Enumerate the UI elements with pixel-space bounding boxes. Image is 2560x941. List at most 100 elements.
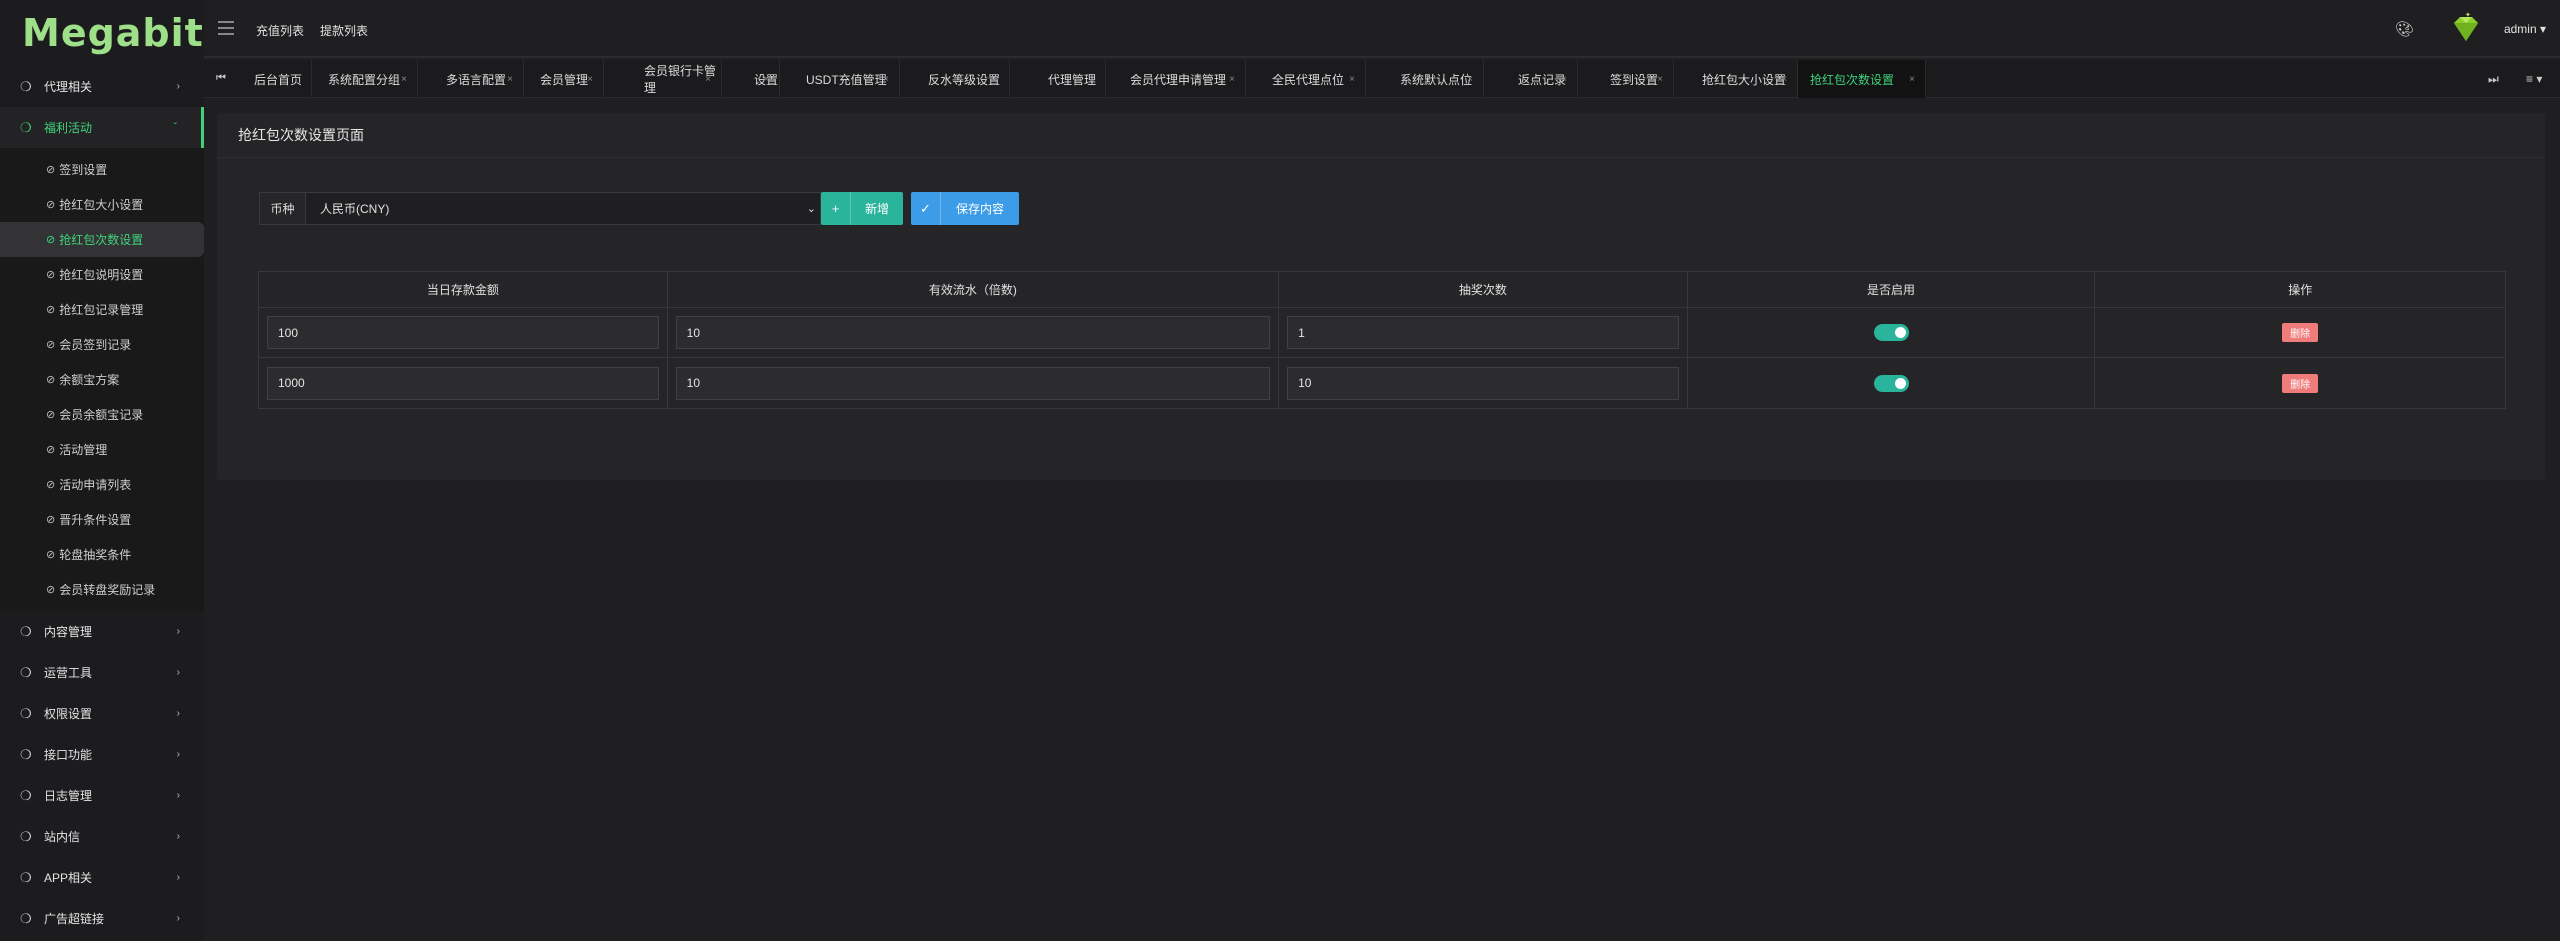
sidebar-item-label: 代理相关	[44, 80, 93, 94]
tab[interactable]: 代理管理 ×	[1010, 60, 1106, 98]
currency-select[interactable]: 人民币(CNY) ⌄	[306, 193, 820, 224]
close-icon[interactable]: ×	[1467, 74, 1473, 85]
close-icon[interactable]: ×	[763, 74, 769, 85]
tab[interactable]: 返点记录 ×	[1484, 60, 1578, 98]
tab[interactable]: 全民代理点位 ×	[1246, 60, 1366, 98]
leaf-icon: ⊘	[46, 514, 56, 526]
draws-field[interactable]: 10	[1287, 366, 1679, 400]
sidebar-item-messages[interactable]: ❍ 站内信 ›	[0, 816, 204, 857]
table-row: 1000 10 10 删除	[259, 358, 2505, 408]
close-icon[interactable]: ×	[507, 74, 513, 85]
close-icon[interactable]: ×	[1089, 74, 1095, 85]
tab[interactable]: 会员代理申请管理 ×	[1106, 60, 1246, 98]
sidebar-item-ads[interactable]: ❍ 广告超链接 ›	[0, 898, 204, 939]
settings-table: 当日存款金额 有效流水（倍数) 抽奖次数 是否启用 操作 100 10 1 删除…	[258, 271, 2506, 409]
submenu-label: 会员签到记录	[59, 338, 132, 352]
submenu-item[interactable]: ⊘ 轮盘抽奖条件	[0, 537, 204, 572]
leaf-icon: ⊘	[46, 409, 56, 421]
tab[interactable]: 多语言配置 ×	[418, 60, 524, 98]
submenu-item[interactable]: ⊘ 抢红包说明设置	[0, 257, 204, 292]
deposit-field[interactable]: 1000	[267, 366, 659, 400]
draws-field[interactable]: 1	[1287, 316, 1679, 349]
palette-icon[interactable]: 🎨︎	[2395, 20, 2414, 38]
leaf-icon: ⊘	[46, 199, 56, 211]
close-icon[interactable]: ×	[705, 74, 711, 85]
close-icon[interactable]: ×	[587, 74, 593, 85]
close-icon[interactable]: ×	[1229, 74, 1235, 85]
sidebar-item-agent[interactable]: ❍ 代理相关 ›	[0, 66, 204, 107]
submenu-item[interactable]: ⊘ 签到设置	[0, 152, 204, 187]
delete-button[interactable]: 删除	[2282, 373, 2319, 393]
tab[interactable]: 抢红包大小设置 ×	[1674, 60, 1798, 98]
save-button[interactable]: ✓ 保存内容	[911, 192, 1019, 225]
sidebar-item-app[interactable]: ❍ APP相关 ›	[0, 857, 204, 898]
tab-label: 签到设置	[1610, 72, 1659, 87]
recharge-list-link[interactable]: 充值列表	[256, 22, 304, 39]
submenu-item[interactable]: ⊘ 余额宝方案	[0, 362, 204, 397]
deposit-field[interactable]: 100	[267, 316, 659, 349]
submenu-item[interactable]: ⊘ 抢红包大小设置	[0, 187, 204, 222]
table-cell: 10	[668, 358, 1280, 408]
user-menu[interactable]: admin ▾	[2504, 22, 2546, 36]
submenu-item[interactable]: ⊘ 活动申请列表	[0, 467, 204, 502]
close-icon[interactable]: ×	[1349, 74, 1355, 85]
delete-button[interactable]: 删除	[2282, 323, 2319, 342]
tabs-menu-icon[interactable]: ≡ ▾	[2526, 72, 2542, 86]
tab[interactable]: 系统配置分组 ×	[312, 60, 418, 98]
close-icon[interactable]: ×	[1909, 74, 1915, 85]
tab[interactable]: 会员管理 ×	[524, 60, 604, 98]
submenu-item[interactable]: ⊘ 晋升条件设置	[0, 502, 204, 537]
tab[interactable]: 签到设置 ×	[1578, 60, 1674, 98]
submenu-label: 签到设置	[59, 163, 108, 177]
enabled-toggle[interactable]	[1873, 324, 1909, 341]
leaf-icon: ⊘	[46, 164, 56, 176]
sidebar-item-welfare[interactable]: ❍ 福利活动 ˇ	[0, 107, 204, 148]
leaf-icon: ⊘	[46, 304, 56, 316]
submenu-item[interactable]: ⊘ 会员签到记录	[0, 327, 204, 362]
close-icon[interactable]: ×	[1561, 74, 1567, 85]
sidebar-item-api[interactable]: ❍ 接口功能 ›	[0, 734, 204, 775]
submenu-item[interactable]: ⊘ 会员余额宝记录	[0, 397, 204, 432]
leaf-icon: ⊘	[46, 479, 56, 491]
submenu-label: 轮盘抽奖条件	[59, 548, 132, 562]
close-icon[interactable]: ×	[401, 74, 407, 85]
logo[interactable]: Megabit	[0, 0, 204, 66]
submenu-item[interactable]: ⊘ 抢红包记录管理	[0, 292, 204, 327]
submenu-item[interactable]: ⊘ 会员转盘奖励记录	[0, 572, 204, 607]
add-button[interactable]: + 新增	[821, 192, 903, 225]
close-icon[interactable]: ×	[993, 74, 999, 85]
sidebar-item-ops[interactable]: ❍ 运营工具 ›	[0, 652, 204, 693]
menu-icon[interactable]	[218, 21, 234, 35]
submenu-item[interactable]: ⊘ 活动管理	[0, 432, 204, 467]
tab[interactable]: USDT充值管理 ×	[780, 60, 900, 98]
withdraw-list-link[interactable]: 提款列表	[320, 22, 368, 39]
tabs-scroll-right-icon[interactable]: ⏭	[2488, 72, 2499, 87]
sidebar-item-content[interactable]: ❍ 内容管理 ›	[0, 611, 204, 652]
column-header: 有效流水（倍数)	[668, 272, 1280, 307]
submenu-item-active[interactable]: ⊘ 抢红包次数设置	[0, 222, 204, 257]
close-icon[interactable]: ×	[1781, 74, 1787, 85]
table-cell: 删除	[2095, 308, 2505, 357]
close-icon[interactable]: ×	[883, 74, 889, 85]
close-icon[interactable]: ×	[1657, 74, 1663, 85]
submenu-label: 抢红包记录管理	[59, 303, 144, 317]
gem-avatar-icon[interactable]: ✦	[2448, 11, 2484, 47]
leaf-icon: ⊘	[46, 584, 56, 596]
sidebar-item-permissions[interactable]: ❍ 权限设置 ›	[0, 693, 204, 734]
multiplier-field[interactable]: 10	[675, 366, 1271, 400]
tab-label: 会员代理申请管理	[1130, 72, 1227, 87]
tab[interactable]: 会员银行卡管理 ×	[604, 60, 722, 98]
chevron-right-icon: ›	[176, 708, 180, 719]
tab-bar: ⏮ 后台首页 系统配置分组 × 多语言配置 × 会员管理 × 会员银行卡管理 × 设置 ×…	[204, 60, 2560, 98]
tab[interactable]: 后台首页	[240, 60, 312, 98]
tab[interactable]: 系统默认点位 ×	[1366, 60, 1484, 98]
tab-label: 后台首页	[254, 72, 303, 87]
column-header: 当日存款金额	[259, 272, 668, 307]
tabs-scroll-left-icon[interactable]: ⏮	[216, 72, 226, 85]
tab-active[interactable]: 抢红包次数设置 ×	[1798, 60, 1926, 98]
tab[interactable]: 设置 ×	[722, 60, 780, 98]
tab[interactable]: 反水等级设置 ×	[900, 60, 1010, 98]
enabled-toggle[interactable]	[1873, 374, 1909, 392]
sidebar-item-logs[interactable]: ❍ 日志管理 ›	[0, 775, 204, 816]
multiplier-field[interactable]: 10	[675, 316, 1271, 349]
